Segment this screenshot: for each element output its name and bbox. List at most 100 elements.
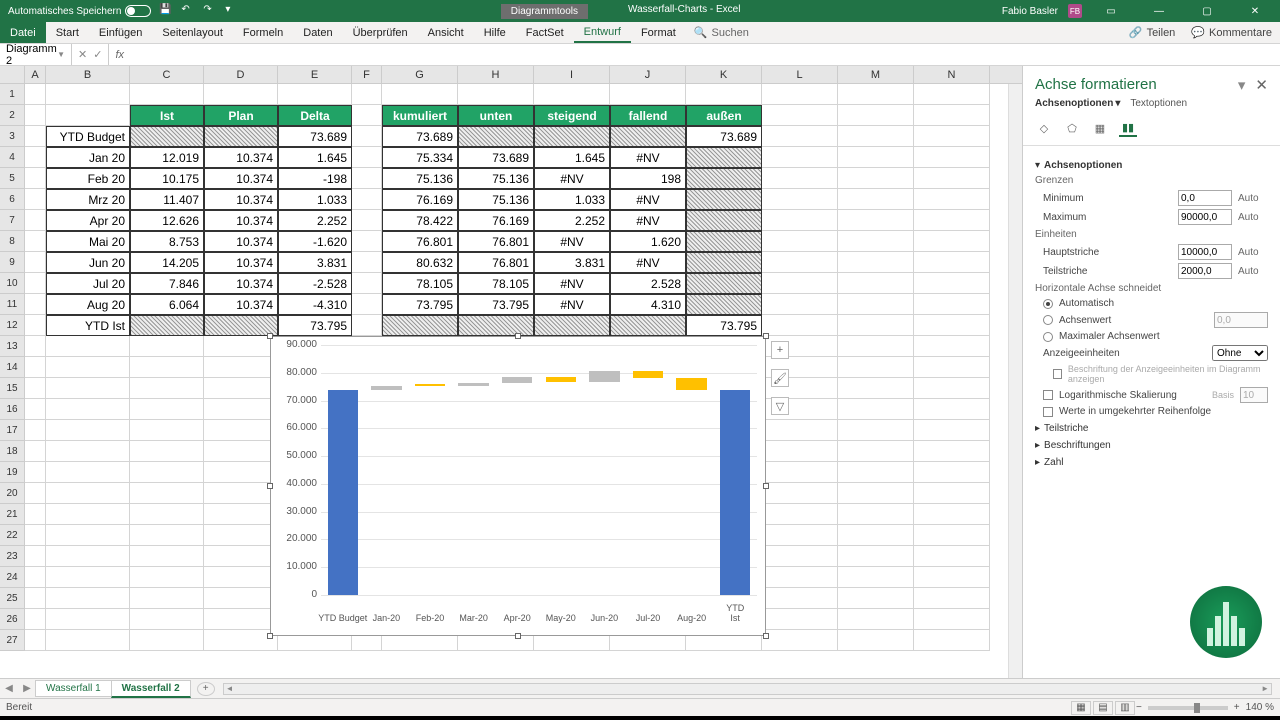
cell[interactable]: Jun 20 (46, 252, 130, 273)
cell[interactable]: 10.374 (204, 189, 278, 210)
cell[interactable] (762, 609, 838, 630)
select-all-corner[interactable] (0, 66, 25, 83)
embedded-chart[interactable]: 010.00020.00030.00040.00050.00060.00070.… (270, 336, 766, 636)
col-header[interactable]: N (914, 66, 990, 83)
cell[interactable] (46, 525, 130, 546)
cell[interactable] (25, 630, 46, 651)
cell[interactable] (25, 462, 46, 483)
cell[interactable] (25, 378, 46, 399)
cell[interactable]: Jan 20 (46, 147, 130, 168)
section-achsenoptionen[interactable]: ▾ Achsenoptionen (1035, 160, 1268, 171)
row-header[interactable]: 1 (0, 84, 25, 105)
section-zahl[interactable]: ▸ Zahl (1035, 457, 1268, 468)
cell[interactable]: #NV (610, 252, 686, 273)
cell[interactable] (838, 84, 914, 105)
pane-tab-text-options[interactable]: Textoptionen (1130, 98, 1187, 109)
cell[interactable] (25, 609, 46, 630)
cell[interactable] (130, 630, 204, 651)
cell[interactable] (130, 399, 204, 420)
row-header[interactable]: 2 (0, 105, 25, 126)
cell[interactable] (838, 189, 914, 210)
cell[interactable] (25, 210, 46, 231)
row-header[interactable]: 10 (0, 273, 25, 294)
cell[interactable] (46, 462, 130, 483)
cell[interactable]: 78.105 (382, 273, 458, 294)
cell[interactable] (130, 336, 204, 357)
section-beschriftungen[interactable]: ▸ Beschriftungen (1035, 440, 1268, 451)
cell[interactable] (610, 315, 686, 336)
sheet-nav-prev[interactable]: ◀ (0, 683, 18, 694)
new-sheet-button[interactable]: + (197, 682, 215, 696)
minimize-icon[interactable]: — (1140, 0, 1178, 22)
cell[interactable]: 2.252 (278, 210, 352, 231)
cell[interactable]: 73.689 (686, 126, 762, 147)
cell[interactable]: 10.374 (204, 294, 278, 315)
row-header[interactable]: 13 (0, 336, 25, 357)
view-normal-icon[interactable]: ▦ (1071, 701, 1091, 715)
cell[interactable] (25, 441, 46, 462)
cell[interactable] (838, 168, 914, 189)
cell[interactable]: 10.374 (204, 168, 278, 189)
row-header[interactable]: 20 (0, 483, 25, 504)
cell[interactable] (204, 399, 278, 420)
cell[interactable]: 80.632 (382, 252, 458, 273)
cell[interactable]: 10.374 (204, 147, 278, 168)
cell[interactable]: 14.205 (130, 252, 204, 273)
cell[interactable] (25, 168, 46, 189)
cell[interactable] (352, 231, 382, 252)
cell[interactable] (762, 168, 838, 189)
cell[interactable]: 73.795 (686, 315, 762, 336)
cell[interactable] (130, 420, 204, 441)
col-header[interactable]: C (130, 66, 204, 83)
cell[interactable]: Ist (130, 105, 204, 126)
cell[interactable]: Apr 20 (46, 210, 130, 231)
cell[interactable]: fallend (610, 105, 686, 126)
tab-datei[interactable]: Datei (0, 22, 46, 43)
cell[interactable] (914, 252, 990, 273)
cell[interactable] (762, 441, 838, 462)
col-header[interactable]: F (352, 66, 382, 83)
row-header[interactable]: 23 (0, 546, 25, 567)
input-minimum[interactable] (1178, 190, 1232, 206)
cell[interactable] (838, 294, 914, 315)
cell[interactable] (204, 441, 278, 462)
row-header[interactable]: 5 (0, 168, 25, 189)
cell[interactable]: 73.795 (382, 294, 458, 315)
row-header[interactable]: 22 (0, 525, 25, 546)
cell[interactable] (534, 315, 610, 336)
cell[interactable] (130, 546, 204, 567)
cell[interactable] (46, 399, 130, 420)
cell[interactable] (686, 252, 762, 273)
tab-start[interactable]: Start (46, 22, 89, 43)
cell[interactable] (838, 441, 914, 462)
cell[interactable] (25, 336, 46, 357)
horizontal-scrollbar[interactable] (223, 683, 1272, 695)
col-header[interactable]: H (458, 66, 534, 83)
col-header[interactable]: I (534, 66, 610, 83)
cell[interactable] (204, 126, 278, 147)
size-props-icon[interactable]: ▦ (1091, 119, 1109, 137)
cell[interactable] (534, 84, 610, 105)
cell[interactable] (762, 294, 838, 315)
cell[interactable] (25, 588, 46, 609)
cell[interactable]: 75.136 (458, 189, 534, 210)
cell[interactable] (914, 357, 990, 378)
cell[interactable]: 75.334 (382, 147, 458, 168)
cell[interactable] (838, 630, 914, 651)
cell[interactable] (278, 84, 352, 105)
cell[interactable]: Mrz 20 (46, 189, 130, 210)
cell[interactable] (25, 525, 46, 546)
cell[interactable]: 11.407 (130, 189, 204, 210)
chart-filter-button[interactable]: ▽ (771, 397, 789, 415)
cell[interactable] (46, 504, 130, 525)
cell[interactable] (25, 294, 46, 315)
cell[interactable] (25, 252, 46, 273)
autosave-toggle[interactable]: Automatisches Speichern (8, 5, 151, 17)
cell[interactable] (914, 168, 990, 189)
cell[interactable] (204, 84, 278, 105)
cell[interactable] (686, 147, 762, 168)
auto-max[interactable]: Auto (1238, 212, 1268, 223)
cell[interactable] (914, 588, 990, 609)
cell[interactable]: 1.620 (610, 231, 686, 252)
cell[interactable] (130, 84, 204, 105)
